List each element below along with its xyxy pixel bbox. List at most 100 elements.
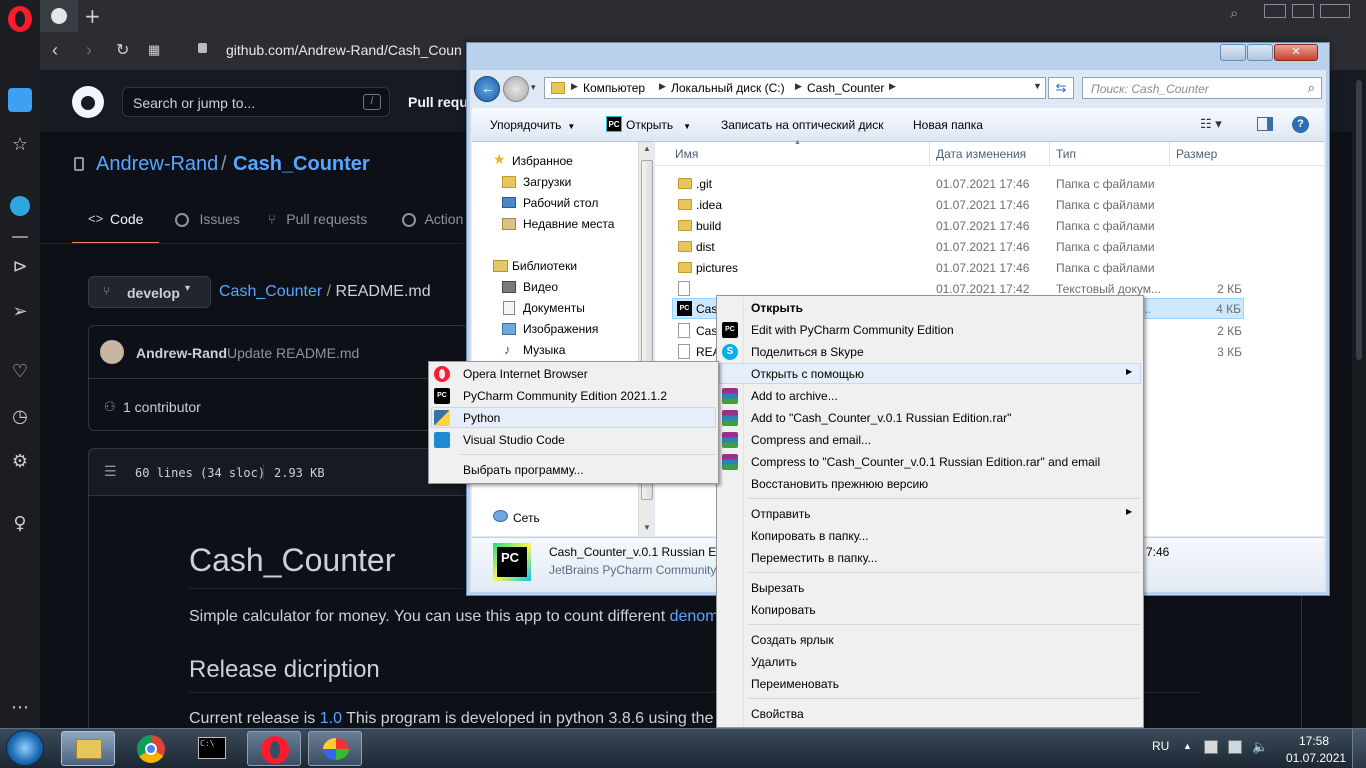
breadcrumb[interactable]: ▶ Компьютер ▶ Локальный диск (C:) ▶ Cash… (544, 77, 1046, 99)
col-name[interactable]: Имя (675, 147, 698, 161)
open-with-opera[interactable]: Opera Internet Browser (463, 367, 588, 381)
avatar[interactable] (100, 340, 124, 364)
gear-icon[interactable]: ⚙ (8, 450, 32, 474)
table-row[interactable]: .git 01.07.2021 17:46 Папка с файлами (672, 174, 1244, 194)
repo-name-link[interactable]: Cash_Counter (233, 153, 370, 176)
col-size[interactable]: Размер (1176, 147, 1217, 161)
explorer-search-input[interactable]: Поиск: Cash_Counter ⌕ (1082, 77, 1322, 99)
close-button[interactable] (1320, 4, 1350, 18)
github-logo-icon[interactable] (72, 86, 104, 118)
nav-documents[interactable]: Документы (523, 301, 585, 315)
forward-button[interactable] (503, 76, 529, 102)
open-button[interactable]: Открыть ▼ (626, 118, 691, 132)
open-with-python[interactable]: Python (463, 411, 500, 425)
open-with-choose-program[interactable]: Выбрать программу... (463, 463, 584, 477)
refresh-button[interactable]: ⇆ (1048, 77, 1074, 99)
menu-item-move-to[interactable]: Переместить в папку... (751, 551, 877, 565)
address-field[interactable]: github.com/Andrew-Rand/Cash_Counter (226, 42, 462, 58)
back-button[interactable]: ← (474, 76, 500, 102)
menu-item-add-archive[interactable]: Add to archive... (751, 389, 838, 403)
play-icon[interactable]: ⊳ (8, 255, 32, 279)
nav-music[interactable]: Музыка (523, 343, 565, 357)
taskbar-paint[interactable] (308, 731, 362, 766)
table-row[interactable]: pictures 01.07.2021 17:46 Папка с файлам… (672, 258, 1244, 278)
open-with-vscode[interactable]: Visual Studio Code (463, 433, 565, 447)
menu-item-copy[interactable]: Копировать (751, 603, 816, 617)
breadcrumb-computer[interactable]: Компьютер (583, 81, 645, 95)
commit-author[interactable]: Andrew-Rand (136, 345, 227, 361)
repo-owner-link[interactable]: Andrew-Rand (96, 153, 218, 176)
recent-pages-icon[interactable]: ▾ (531, 82, 536, 93)
menu-item-cut[interactable]: Вырезать (751, 581, 804, 595)
minimize-button[interactable] (1264, 4, 1286, 18)
organize-button[interactable]: Упорядочить ▼ (490, 118, 575, 132)
new-folder-button[interactable]: Новая папка (913, 118, 983, 132)
readme-p1-link[interactable]: denom (670, 608, 719, 625)
breadcrumb-drive[interactable]: Локальный диск (C:) (671, 81, 785, 95)
home-icon[interactable] (8, 88, 32, 112)
col-type[interactable]: Тип (1056, 147, 1076, 161)
nav-desktop[interactable]: Рабочий стол (523, 196, 598, 210)
taskbar-cmd[interactable]: C:\ (185, 731, 239, 766)
forward-icon[interactable]: › (86, 40, 92, 61)
language-indicator[interactable]: RU (1152, 739, 1169, 753)
menu-item-properties[interactable]: Свойства (751, 707, 804, 721)
tray-network-icon[interactable] (1228, 740, 1242, 754)
new-tab-button[interactable]: + (84, 4, 102, 28)
search-tabs-icon[interactable]: ⌕ (1230, 5, 1248, 25)
menu-item-create-shortcut[interactable]: Создать ярлык (751, 633, 834, 647)
nav-pictures[interactable]: Изображения (523, 322, 598, 336)
tab-code[interactable]: <> Code (72, 204, 159, 244)
breadcrumb-folder[interactable]: Cash_Counter (807, 81, 884, 95)
tray-volume-icon[interactable]: 🔈 (1252, 739, 1268, 755)
tab-pull-requests[interactable]: ⑂ Pull requests (268, 211, 367, 229)
menu-item-edit-pycharm[interactable]: Edit with PyCharm Community Edition (751, 323, 954, 337)
show-desktop-button[interactable] (1352, 729, 1366, 768)
heart-icon[interactable]: ♡ (8, 360, 32, 384)
view-options-icon[interactable]: ☷ ▾ (1200, 116, 1222, 132)
maximize-button[interactable] (1292, 4, 1314, 18)
nav-pull-requests[interactable]: Pull requ (408, 94, 468, 110)
telegram-icon[interactable] (10, 196, 30, 216)
send-icon[interactable]: ➢ (8, 300, 32, 324)
explorer-close-button[interactable]: ✕ (1274, 44, 1318, 61)
tray-flag-icon[interactable] (1204, 740, 1218, 754)
clock-date[interactable]: 01.07.2021 (1286, 751, 1346, 765)
table-row[interactable]: dist 01.07.2021 17:46 Папка с файлами (672, 237, 1244, 257)
menu-item-delete[interactable]: Удалить (751, 655, 797, 669)
start-button[interactable] (6, 730, 44, 766)
taskbar-opera[interactable] (247, 731, 301, 766)
nav-libraries[interactable]: Библиотеки (512, 259, 577, 273)
table-row[interactable]: .idea 01.07.2021 17:46 Папка с файлами (672, 195, 1244, 215)
tray-arrow-icon[interactable]: ▲ (1183, 741, 1192, 751)
clock-icon[interactable]: ◷ (8, 405, 32, 429)
preview-pane-icon[interactable] (1257, 117, 1273, 131)
speed-dial-icon[interactable]: ▦ (148, 42, 160, 58)
page-scrollbar[interactable] (1352, 70, 1366, 728)
reload-icon[interactable]: ↻ (116, 40, 129, 60)
nav-favorites[interactable]: Избранное (512, 154, 573, 168)
nav-downloads[interactable]: Загрузки (523, 175, 571, 189)
lightbulb-icon[interactable]: ♀ (8, 512, 32, 536)
menu-item-send-to[interactable]: Отправить (751, 507, 811, 521)
contributors-link[interactable]: 1 contributor (123, 399, 201, 415)
help-icon[interactable]: ? (1292, 116, 1309, 133)
nav-recent[interactable]: Недавние места (523, 217, 614, 231)
menu-item-add-rar[interactable]: Add to "Cash_Counter_v.0.1 Russian Editi… (751, 411, 1011, 425)
back-icon[interactable]: ‹ (52, 40, 58, 61)
menu-item-open-with[interactable]: Открыть с помощью (751, 367, 864, 381)
more-icon[interactable]: ⋯ (8, 696, 32, 720)
open-with-pycharm[interactable]: PyCharm Community Edition 2021.1.2 (463, 389, 667, 403)
tab-actions[interactable]: Action (402, 211, 463, 229)
branch-selector[interactable]: ⑂ develop ▾ (88, 276, 211, 308)
menu-item-compress-rar-email[interactable]: Compress to "Cash_Counter_v.0.1 Russian … (751, 455, 1100, 469)
burn-button[interactable]: Записать на оптический диск (721, 118, 884, 132)
taskbar-explorer[interactable] (61, 731, 115, 766)
search-input[interactable]: Search or jump to... / (122, 87, 390, 117)
menu-item-copy-to[interactable]: Копировать в папку... (751, 529, 869, 543)
nav-network[interactable]: Сеть (513, 511, 540, 525)
menu-item-rename[interactable]: Переименовать (751, 677, 839, 691)
menu-item-compress-email[interactable]: Compress and email... (751, 433, 871, 447)
release-link[interactable]: 1.0 (320, 710, 342, 727)
clock-time[interactable]: 17:58 (1299, 734, 1329, 748)
